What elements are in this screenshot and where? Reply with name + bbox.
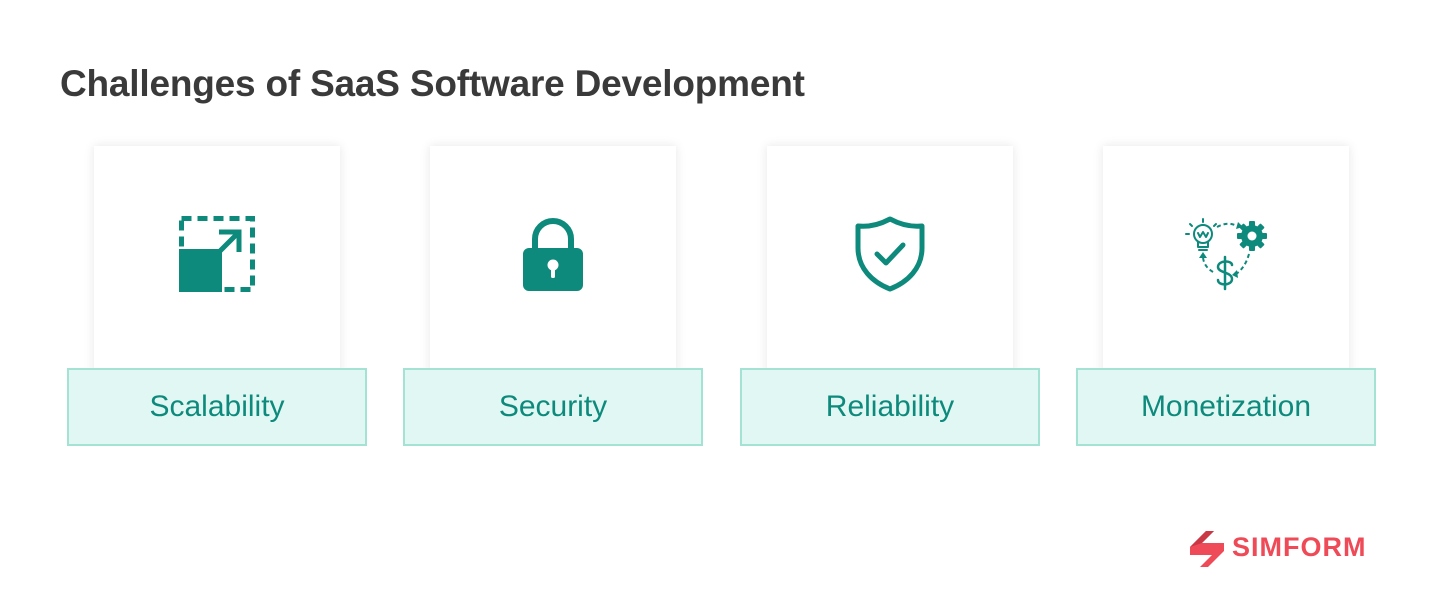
card-security: Security <box>403 146 703 446</box>
card-label: Scalability <box>149 390 285 423</box>
card-icon-box <box>430 146 676 392</box>
resize-expand-icon <box>179 216 255 292</box>
card-icon-box <box>94 146 340 392</box>
page-title: Challenges of SaaS Software Development <box>60 63 805 104</box>
idea-gear-dollar-cycle-icon <box>1185 218 1267 291</box>
card-monetization: Monetization <box>1076 146 1376 446</box>
simform-logo-icon <box>1190 531 1224 567</box>
card-label: Reliability <box>825 390 955 423</box>
brand-name: SIMFORM <box>1232 531 1367 562</box>
label-box: Scalability <box>67 368 367 446</box>
label-box: Security <box>403 368 703 446</box>
card-label: Monetization <box>1140 390 1312 423</box>
card-label: Security <box>498 390 608 423</box>
brand-logo: SIMFORM <box>1188 526 1367 568</box>
label-box: Reliability <box>740 368 1040 446</box>
card-scalability: Scalability <box>67 146 367 446</box>
padlock-icon <box>523 218 583 291</box>
card-icon-box <box>767 146 1013 392</box>
label-box: Monetization <box>1076 368 1376 446</box>
card-reliability: Reliability <box>740 146 1040 446</box>
shield-check-icon <box>855 216 925 292</box>
card-icon-box <box>1103 146 1349 392</box>
